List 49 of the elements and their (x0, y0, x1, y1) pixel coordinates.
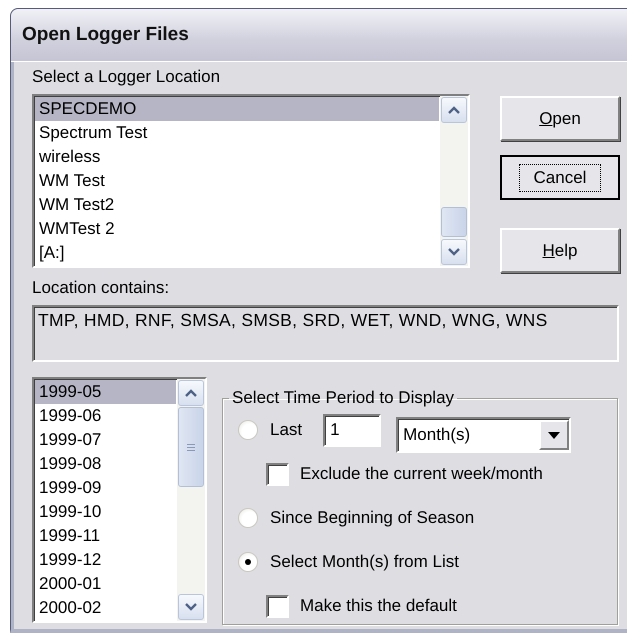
radio-label: Since Beginning of Season (270, 508, 474, 528)
grip-icon (186, 442, 196, 452)
scroll-down-button[interactable] (178, 594, 204, 620)
chevron-down-icon (185, 603, 197, 611)
radio-label: Last (270, 420, 302, 440)
list-item[interactable]: 1999-07 (35, 428, 176, 452)
checkbox[interactable] (266, 594, 289, 618)
list-item[interactable]: 1999-11 (35, 524, 176, 548)
list-item[interactable]: WMTest 2 (35, 217, 439, 241)
dialog-button[interactable]: Cancel (500, 155, 620, 200)
contents-field: TMP, HMD, RNF, SMSA, SMSB, SRD, WET, WND, WNG, WNS (32, 305, 619, 362)
count-field[interactable]: 1 (323, 414, 382, 446)
list-item[interactable]: [A:] (35, 241, 439, 265)
scrollbar-thumb[interactable] (178, 407, 204, 487)
chevron-up-icon (185, 389, 197, 397)
list-item[interactable]: WM Test2 (35, 193, 439, 217)
list-item[interactable]: 1999-08 (35, 452, 176, 476)
group-title: Select Time Period to Display (231, 388, 456, 408)
dropdown-arrow-icon (548, 432, 560, 438)
scroll-up-button[interactable] (178, 380, 204, 406)
scroll-down-button[interactable] (441, 239, 467, 265)
checkbox-label: Make this the default (300, 596, 457, 616)
list-item[interactable]: wireless (35, 145, 439, 169)
window-title: Open Logger Files (22, 24, 189, 46)
checkbox-label: Exclude the current week/month (300, 464, 543, 484)
list-item[interactable]: SPECDEMO (35, 97, 439, 121)
chevron-down-icon (448, 248, 460, 256)
unit-dropdown[interactable]: Month(s) (396, 417, 572, 453)
list-item[interactable]: 2000-02 (35, 596, 176, 620)
field-label: Location contains: (32, 277, 170, 299)
radio-button[interactable] (238, 508, 258, 528)
list-item[interactable]: 2000-01 (35, 572, 176, 596)
chevron-up-icon (448, 106, 460, 114)
list-item[interactable]: 1999-09 (35, 476, 176, 500)
checkbox[interactable] (266, 462, 289, 486)
dialog-button[interactable]: Help (500, 228, 620, 273)
list-item[interactable]: Spectrum Test (35, 121, 439, 145)
list-item[interactable]: 1999-12 (35, 548, 176, 572)
radio-button[interactable] (238, 552, 258, 572)
list-item[interactable]: 1999-06 (35, 404, 176, 428)
list-item[interactable]: WM Test (35, 169, 439, 193)
list-item[interactable]: 1999-05 (35, 380, 176, 404)
radio-button[interactable] (238, 420, 258, 440)
list-item[interactable]: 1999-10 (35, 500, 176, 524)
scroll-up-button[interactable] (441, 97, 467, 123)
field-label: Select a Logger Location (32, 66, 222, 88)
radio-label: Select Month(s) from List (270, 552, 459, 572)
scrollbar-thumb[interactable] (441, 207, 467, 237)
dialog-button[interactable]: Open (500, 96, 620, 141)
